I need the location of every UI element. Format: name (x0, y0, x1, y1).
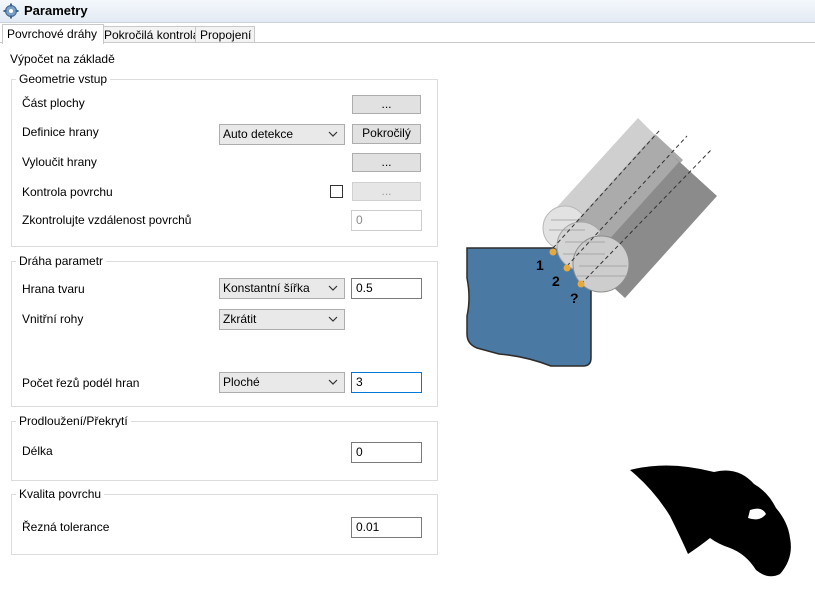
cuts-along-edges-input[interactable]: 3 (351, 372, 422, 393)
tolerance-label: Řezná tolerance (22, 520, 110, 534)
exclude-edges-button[interactable]: ... (352, 153, 421, 172)
marker-3: ? (570, 290, 579, 306)
marker-2: 2 (552, 273, 560, 289)
surface-check-checkbox[interactable] (330, 185, 343, 198)
cuts-along-edges-label: Počet řezů podél hran (22, 376, 140, 390)
edge-definition-select[interactable]: Auto detekce (219, 124, 345, 145)
chevron-down-icon (328, 379, 338, 385)
tab-surface-paths[interactable]: Povrchové dráhy (2, 24, 104, 44)
gear-icon (3, 3, 19, 19)
contact-point-3 (577, 280, 585, 288)
panther-logo (630, 465, 791, 577)
surface-distance-label: Zkontrolujte vzdálenost povrchů (22, 213, 192, 227)
length-label: Délka (22, 444, 53, 458)
inner-corners-label: Vnitřní rohy (22, 312, 84, 326)
section-title: Výpočet na základě (10, 52, 115, 66)
surface-part-button[interactable]: ... (352, 95, 421, 114)
edge-path-illustration: 1 2 ? (466, 118, 717, 367)
chevron-down-icon (328, 316, 338, 322)
length-input[interactable]: 0 (351, 442, 422, 463)
shape-edge-select[interactable]: Konstantní šířka (219, 278, 345, 299)
path-legend: Dráha parametr (16, 254, 107, 268)
chevron-down-icon (328, 131, 338, 137)
cuts-along-edges-select[interactable]: Ploché (219, 372, 345, 393)
exclude-edges-label: Vyloučit hrany (22, 155, 97, 169)
title-bar: Parametry (0, 0, 815, 23)
surface-distance-input[interactable]: 0 (351, 210, 422, 231)
geometry-legend: Geometrie vstup (16, 72, 111, 86)
surface-part-label: Část plochy (22, 96, 85, 110)
advanced-button[interactable]: Pokročilý (352, 124, 421, 144)
tab-advanced-control[interactable]: Pokročilá kontrola (99, 26, 199, 43)
cuts-along-edges-value: Ploché (223, 375, 260, 389)
inner-corners-value: Zkrátit (223, 312, 257, 326)
tab-divider (0, 42, 815, 43)
tolerance-input[interactable]: 0.01 (351, 517, 422, 538)
extension-legend: Prodloužení/Překrytí (16, 414, 131, 428)
marker-1: 1 (536, 257, 544, 273)
quality-legend: Kvalita povrchu (16, 487, 105, 501)
window-title: Parametry (24, 3, 88, 18)
contact-point-2 (563, 264, 571, 272)
inner-corners-select[interactable]: Zkrátit (219, 309, 345, 330)
shape-edge-value: Konstantní šířka (223, 281, 310, 295)
contact-point-1 (549, 248, 557, 256)
chevron-down-icon (328, 285, 338, 291)
surface-check-label: Kontrola povrchu (22, 185, 113, 199)
tab-linking[interactable]: Propojení (195, 26, 255, 43)
edge-definition-value: Auto detekce (223, 127, 294, 141)
surface-check-button[interactable]: ... (352, 182, 421, 201)
edge-definition-label: Definice hrany (22, 125, 99, 139)
shape-edge-label: Hrana tvaru (22, 282, 85, 296)
shape-edge-input[interactable]: 0.5 (351, 278, 422, 299)
